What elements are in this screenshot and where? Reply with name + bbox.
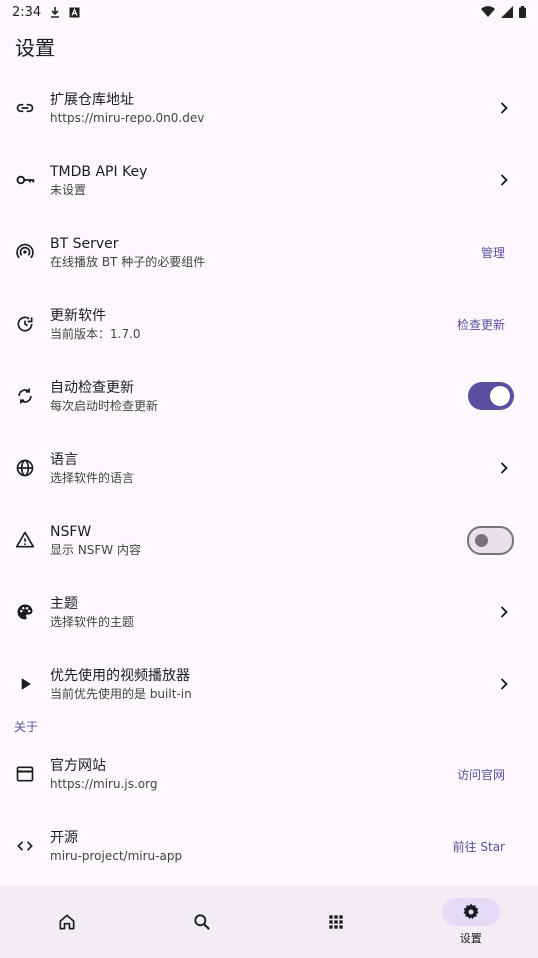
setting-subtitle: 在线播放 BT 种子的必要组件 <box>50 255 206 269</box>
setting-website: 官方网站 https://miru.js.org 访问官网 <box>0 738 538 810</box>
settings-list: 扩展仓库地址 https://miru-repo.0n0.dev TMDB AP… <box>0 72 538 882</box>
chevron-right-icon <box>500 606 508 618</box>
setting-subtitle: 未设置 <box>50 183 87 197</box>
setting-title: BT Server <box>50 236 119 252</box>
setting-subtitle: miru-project/miru-app <box>50 849 183 863</box>
key-icon <box>0 170 50 190</box>
setting-title: TMDB API Key <box>50 164 148 180</box>
web-icon <box>0 764 50 784</box>
check-update-button[interactable]: 检查更新 <box>457 316 538 333</box>
notification-a-icon <box>69 7 80 17</box>
nav-search[interactable] <box>135 886 270 958</box>
setting-open-source: 开源 miru-project/miru-app 前往 Star <box>0 810 538 882</box>
setting-title: 官方网站 <box>50 758 106 774</box>
setting-language[interactable]: 语言 选择软件的语言 <box>0 432 538 504</box>
setting-subtitle: 显示 NSFW 内容 <box>50 543 141 557</box>
setting-title: 优先使用的视频播放器 <box>50 668 190 684</box>
status-time: 2:34 <box>12 4 42 20</box>
setting-title: 语言 <box>50 452 78 468</box>
nav-home[interactable] <box>0 886 135 958</box>
signal-icon <box>501 6 513 18</box>
battery-icon <box>519 6 526 18</box>
play-icon <box>0 674 50 694</box>
manage-button[interactable]: 管理 <box>481 244 538 261</box>
home-icon <box>59 914 75 930</box>
setting-title: 主题 <box>50 596 78 612</box>
setting-title: 扩展仓库地址 <box>50 92 134 108</box>
setting-tmdb-key[interactable]: TMDB API Key 未设置 <box>0 144 538 216</box>
setting-nsfw: NSFW 显示 NSFW 内容 <box>0 504 538 576</box>
globe-icon <box>0 458 50 478</box>
sync-icon <box>0 386 50 406</box>
chevron-right-icon <box>500 102 508 114</box>
bottom-navigation: 设置 <box>0 886 538 958</box>
palette-icon <box>0 602 50 622</box>
setting-title: 自动检查更新 <box>50 380 134 396</box>
chevron-right-icon <box>500 678 508 690</box>
link-icon <box>0 98 50 118</box>
star-button[interactable]: 前往 Star <box>453 838 538 855</box>
status-bar: 2:34 <box>0 0 538 24</box>
wifi-icon <box>481 6 495 18</box>
setting-bt-server: BT Server 在线播放 BT 种子的必要组件 管理 <box>0 216 538 288</box>
nav-settings[interactable]: 设置 <box>404 886 538 958</box>
search-icon <box>194 914 210 930</box>
setting-subtitle: https://miru-repo.0n0.dev <box>50 111 205 125</box>
setting-subtitle: 当前优先使用的是 built-in <box>50 687 192 701</box>
setting-subtitle: 当前版本：1.7.0 <box>50 327 141 341</box>
setting-auto-update: 自动检查更新 每次启动时检查更新 <box>0 360 538 432</box>
setting-update: 更新软件 当前版本：1.7.0 检查更新 <box>0 288 538 360</box>
broadcast-icon <box>0 242 50 262</box>
page-title: 设置 <box>15 36 55 60</box>
warning-icon <box>0 530 50 550</box>
setting-title: NSFW <box>50 524 92 540</box>
setting-subtitle: 选择软件的语言 <box>50 471 135 485</box>
setting-player[interactable]: 优先使用的视频播放器 当前优先使用的是 built-in <box>0 648 538 720</box>
chevron-right-icon <box>500 462 508 474</box>
nsfw-toggle[interactable] <box>467 525 514 555</box>
setting-subtitle: 每次启动时检查更新 <box>50 399 159 413</box>
code-icon <box>0 836 50 856</box>
setting-title: 更新软件 <box>50 308 106 324</box>
update-icon <box>0 314 50 334</box>
auto-update-toggle[interactable] <box>468 382 514 410</box>
download-icon <box>51 7 60 18</box>
apps-grid-icon <box>329 915 343 929</box>
setting-repo-url[interactable]: 扩展仓库地址 https://miru-repo.0n0.dev <box>0 72 538 144</box>
visit-website-button[interactable]: 访问官网 <box>457 766 538 783</box>
setting-subtitle: https://miru.js.org <box>50 777 158 791</box>
setting-title: 开源 <box>50 830 78 846</box>
nav-extensions[interactable] <box>269 886 404 958</box>
gear-icon <box>463 903 479 920</box>
nav-settings-label: 设置 <box>459 932 482 945</box>
setting-theme[interactable]: 主题 选择软件的主题 <box>0 576 538 648</box>
setting-subtitle: 选择软件的主题 <box>50 615 135 629</box>
chevron-right-icon <box>500 174 508 186</box>
